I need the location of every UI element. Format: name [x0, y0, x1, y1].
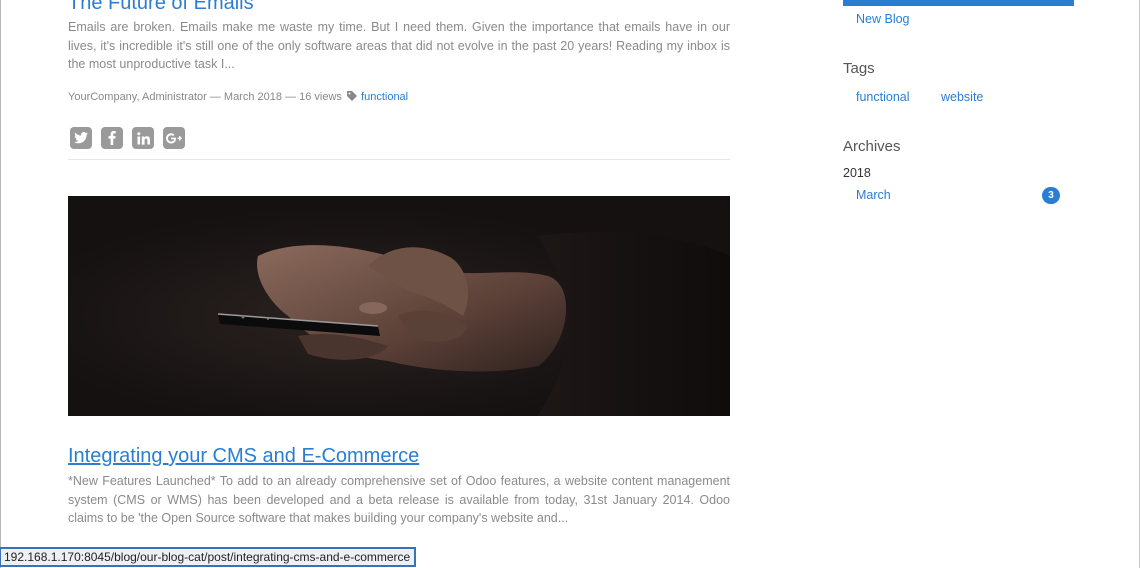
share-buttons: [70, 127, 185, 149]
post-title-link[interactable]: Integrating your CMS and E-Commerce: [68, 443, 419, 469]
facebook-icon[interactable]: [101, 127, 123, 149]
google-plus-icon[interactable]: [163, 127, 185, 149]
sidebar-tag-link[interactable]: functional: [856, 90, 910, 104]
linkedin-icon[interactable]: [132, 127, 154, 149]
post-title-link[interactable]: The Future of Emails: [68, 0, 254, 15]
archive-count-badge: 3: [1042, 187, 1060, 204]
tags-heading: Tags: [843, 60, 875, 77]
post-meta-text: YourCompany, Administrator — March 2018 …: [68, 91, 342, 103]
post-tag-link[interactable]: functional: [361, 91, 408, 103]
sidebar-active-item-bar[interactable]: [843, 0, 1074, 6]
twitter-icon[interactable]: [70, 127, 92, 149]
sidebar-tag-link[interactable]: website: [941, 90, 983, 104]
post-cover-image[interactable]: [68, 196, 730, 416]
post-excerpt: Emails are broken. Emails make me waste …: [68, 20, 730, 71]
link-status-bar: 192.168.1.170:8045/blog/our-blog-cat/pos…: [0, 547, 417, 567]
archive-year: 2018: [843, 166, 871, 180]
archives-heading: Archives: [843, 138, 901, 155]
archive-month-link[interactable]: March: [856, 188, 891, 202]
tag-icon: [346, 91, 357, 101]
post-meta: YourCompany, Administrator — March 2018 …: [68, 91, 408, 103]
post-excerpt: *New Features Launched* To add to an alr…: [68, 474, 730, 525]
post-divider: [68, 159, 730, 160]
sidebar-blog-link[interactable]: New Blog: [856, 12, 910, 26]
window-border-left: [0, 0, 1, 568]
